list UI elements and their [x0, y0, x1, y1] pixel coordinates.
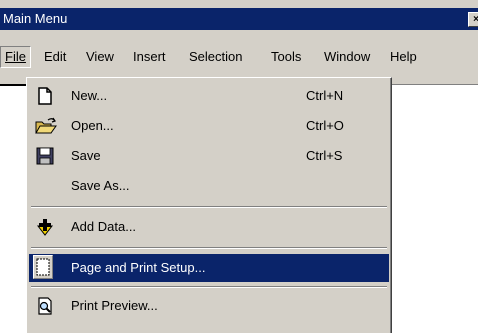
menu-item-save[interactable]: Save Ctrl+S: [29, 142, 389, 170]
menu-item-new[interactable]: New... Ctrl+N: [29, 82, 389, 110]
page-setup-icon: [33, 255, 53, 279]
shortcut-label: Ctrl+O: [306, 118, 344, 133]
menu-item-label: Print Preview...: [71, 298, 158, 313]
menu-window[interactable]: Window: [324, 49, 370, 65]
menu-item-print-preview[interactable]: Print Preview...: [29, 292, 389, 320]
menu-item-label: Save As...: [71, 178, 130, 193]
menu-item-label: New...: [71, 88, 108, 103]
menu-help[interactable]: Help: [390, 49, 417, 65]
save-disk-icon: [35, 146, 55, 166]
menu-item-label: Page and Print Setup...: [71, 260, 206, 275]
main-menu-window: Main Menu × File Edit View Insert Select…: [0, 0, 478, 85]
menu-edge: [0, 84, 26, 86]
add-data-icon: [35, 217, 55, 237]
menu-item-add-data[interactable]: Add Data...: [29, 213, 389, 241]
shortcut-label: Ctrl+N: [306, 88, 344, 103]
menu-separator: [31, 247, 387, 249]
menu-separator: [31, 286, 387, 288]
file-menu-dropdown: New... Ctrl+N Open... Ctrl+O Save Ctrl+S: [26, 77, 392, 333]
window-title: Main Menu: [3, 11, 68, 26]
close-button[interactable]: ×: [468, 12, 478, 27]
menu-file[interactable]: File: [0, 46, 31, 68]
menu-edit[interactable]: Edit: [44, 49, 66, 65]
menu-insert[interactable]: Insert: [133, 49, 166, 65]
menu-view[interactable]: View: [86, 49, 114, 65]
menu-tools[interactable]: Tools: [271, 49, 301, 65]
menu-item-label: Add Data...: [71, 219, 137, 234]
menu-item-page-print-setup[interactable]: Page and Print Setup...: [29, 254, 389, 282]
menu-item-save-as[interactable]: Save As...: [29, 172, 389, 200]
menu-bar: File Edit View Insert Selection Tools Wi…: [0, 35, 478, 77]
title-bar: Main Menu ×: [0, 8, 478, 30]
open-folder-icon: [35, 116, 57, 136]
menu-item-label: Save: [71, 148, 101, 163]
menu-separator: [31, 206, 387, 208]
shortcut-label: Ctrl+S: [306, 148, 343, 163]
menu-selection[interactable]: Selection: [189, 49, 242, 65]
new-document-icon: [35, 86, 55, 106]
print-preview-icon: [35, 296, 55, 316]
menu-item-open[interactable]: Open... Ctrl+O: [29, 112, 389, 140]
menu-item-label: Open...: [71, 118, 114, 133]
